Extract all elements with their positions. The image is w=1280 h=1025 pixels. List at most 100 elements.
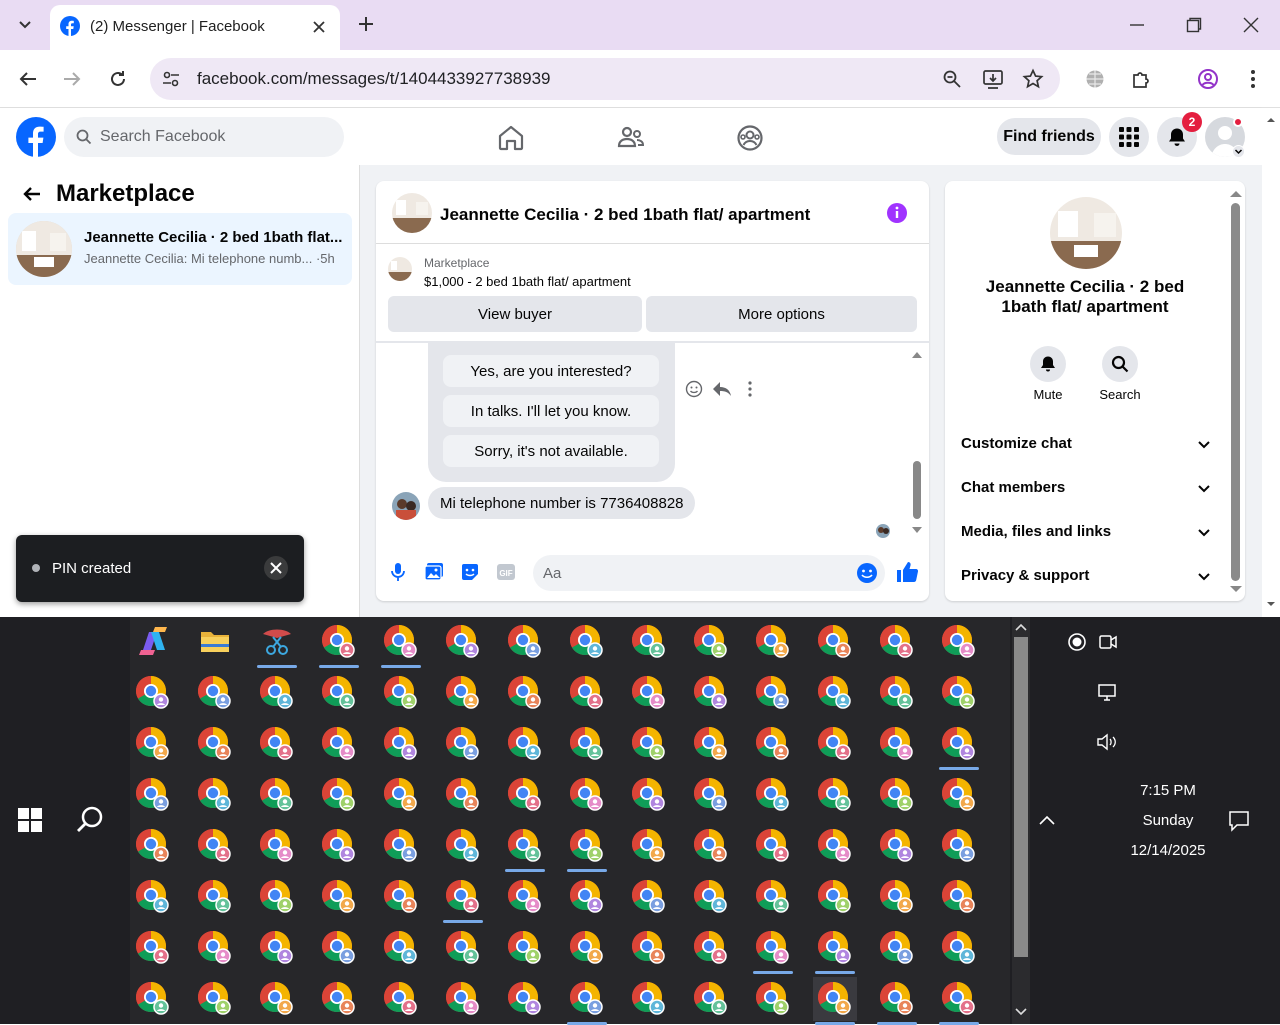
chrome-profile-app-icon[interactable] bbox=[689, 620, 733, 664]
chrome-profile-app-icon[interactable] bbox=[627, 773, 671, 817]
thumbs-up-icon[interactable] bbox=[895, 560, 919, 584]
chrome-profile-app-icon[interactable] bbox=[317, 773, 361, 817]
chrome-profile-app-icon[interactable] bbox=[131, 824, 175, 868]
install-app-icon[interactable] bbox=[982, 68, 1004, 90]
chrome-profile-app-icon[interactable] bbox=[255, 926, 299, 970]
taskbar-search-icon[interactable] bbox=[75, 805, 105, 835]
chrome-profile-app-icon[interactable] bbox=[565, 773, 609, 817]
file-explorer-icon[interactable] bbox=[193, 620, 237, 664]
reply-arrow-icon[interactable] bbox=[712, 380, 732, 398]
chrome-profile-app-icon[interactable] bbox=[441, 875, 485, 923]
extension-globe-icon[interactable] bbox=[1085, 69, 1105, 89]
chrome-profile-app-icon[interactable] bbox=[751, 671, 795, 715]
record-icon[interactable] bbox=[1067, 632, 1087, 652]
message-input[interactable] bbox=[543, 555, 843, 591]
notification-center-icon[interactable] bbox=[1228, 810, 1250, 832]
chrome-profile-app-icon[interactable] bbox=[813, 977, 857, 1025]
new-tab-plus-icon[interactable] bbox=[356, 14, 376, 34]
chrome-profile-app-icon[interactable] bbox=[565, 671, 609, 715]
volume-icon[interactable] bbox=[1096, 732, 1118, 752]
chrome-profile-app-icon[interactable] bbox=[813, 875, 857, 919]
home-icon[interactable] bbox=[497, 124, 525, 152]
chrome-profile-app-icon[interactable] bbox=[813, 773, 857, 817]
quick-reply-not-available[interactable]: Sorry, it's not available. bbox=[443, 435, 659, 467]
facebook-search-input[interactable] bbox=[100, 117, 330, 157]
chrome-profile-app-icon[interactable] bbox=[689, 875, 733, 919]
chrome-profile-app-icon[interactable] bbox=[565, 824, 609, 872]
profile-icon[interactable] bbox=[1197, 68, 1219, 90]
back-arrow-icon[interactable] bbox=[17, 68, 39, 90]
browser-tab-messenger[interactable]: (2) Messenger | Facebook bbox=[50, 5, 340, 50]
quick-reply-in-talks[interactable]: In talks. I'll let you know. bbox=[443, 395, 659, 427]
chrome-profile-app-icon[interactable] bbox=[689, 926, 733, 970]
chrome-profile-app-icon[interactable] bbox=[441, 773, 485, 817]
chrome-profile-app-icon[interactable] bbox=[875, 977, 919, 1025]
chrome-profile-app-icon[interactable] bbox=[379, 926, 423, 970]
clock-day[interactable]: Sunday bbox=[1108, 812, 1228, 829]
chrome-profile-app-icon[interactable] bbox=[751, 722, 795, 766]
chrome-profile-app-icon[interactable] bbox=[193, 824, 237, 868]
chrome-profile-app-icon[interactable] bbox=[565, 620, 609, 664]
privacy-support-section[interactable]: Privacy & support bbox=[961, 567, 1211, 584]
chrome-profile-app-icon[interactable] bbox=[193, 875, 237, 919]
emoji-icon[interactable] bbox=[856, 562, 878, 584]
window-close-icon[interactable] bbox=[1242, 16, 1260, 34]
clock-time[interactable]: 7:15 PM bbox=[1108, 782, 1228, 799]
chrome-profile-app-icon[interactable] bbox=[503, 620, 547, 664]
chrome-profile-app-icon[interactable] bbox=[193, 671, 237, 715]
chrome-profile-app-icon[interactable] bbox=[565, 926, 609, 970]
chrome-profile-app-icon[interactable] bbox=[627, 671, 671, 715]
chrome-profile-app-icon[interactable] bbox=[441, 824, 485, 868]
chrome-profile-app-icon[interactable] bbox=[379, 671, 423, 715]
chrome-profile-app-icon[interactable] bbox=[379, 773, 423, 817]
url-text[interactable]: facebook.com/messages/t/1404433927738939 bbox=[197, 69, 550, 89]
chrome-profile-app-icon[interactable] bbox=[751, 875, 795, 919]
site-settings-icon[interactable] bbox=[161, 69, 181, 89]
chrome-profile-app-icon[interactable] bbox=[131, 773, 175, 817]
chrome-profile-app-icon[interactable] bbox=[689, 977, 733, 1021]
chrome-profile-app-icon[interactable] bbox=[937, 926, 981, 970]
chat-avatar[interactable] bbox=[392, 193, 432, 233]
chrome-profile-app-icon[interactable] bbox=[317, 824, 361, 868]
chrome-profile-app-icon[interactable] bbox=[689, 773, 733, 817]
chrome-profile-app-icon[interactable] bbox=[627, 824, 671, 868]
chat-members-section[interactable]: Chat members bbox=[961, 479, 1211, 496]
chrome-profile-app-icon[interactable] bbox=[255, 722, 299, 766]
chrome-profile-app-icon[interactable] bbox=[503, 977, 547, 1021]
groups-icon[interactable] bbox=[736, 124, 764, 152]
chrome-profile-app-icon[interactable] bbox=[317, 875, 361, 919]
view-buyer-button[interactable]: View buyer bbox=[388, 296, 642, 332]
extensions-puzzle-icon[interactable] bbox=[1130, 68, 1152, 90]
forward-arrow-icon[interactable] bbox=[61, 68, 83, 90]
chrome-profile-app-icon[interactable] bbox=[503, 824, 547, 872]
search-conversation-button[interactable] bbox=[1102, 346, 1138, 382]
chrome-profile-app-icon[interactable] bbox=[875, 824, 919, 868]
attach-photo-icon[interactable] bbox=[424, 562, 444, 582]
chrome-profile-app-icon[interactable] bbox=[813, 620, 857, 664]
camera-icon[interactable] bbox=[1098, 632, 1118, 652]
chrome-profile-app-icon[interactable] bbox=[875, 722, 919, 766]
chrome-profile-app-icon[interactable] bbox=[813, 671, 857, 715]
chrome-profile-app-icon[interactable] bbox=[441, 620, 485, 664]
chat-title[interactable]: Jeannette Cecilia · 2 bed 1bath flat/ ap… bbox=[440, 205, 810, 225]
page-scrollbar[interactable] bbox=[1262, 108, 1280, 617]
chrome-profile-app-icon[interactable] bbox=[503, 773, 547, 817]
info-scrollbar[interactable] bbox=[1227, 186, 1245, 598]
chrome-profile-app-icon[interactable] bbox=[131, 722, 175, 766]
more-options-button[interactable]: More options bbox=[646, 296, 917, 332]
chrome-profile-app-icon[interactable] bbox=[131, 926, 175, 970]
network-icon[interactable] bbox=[1097, 682, 1117, 702]
chrome-profile-app-icon[interactable] bbox=[503, 671, 547, 715]
customize-chat-section[interactable]: Customize chat bbox=[961, 435, 1211, 452]
chrome-profile-app-icon[interactable] bbox=[937, 977, 981, 1025]
facebook-search[interactable] bbox=[64, 117, 344, 157]
chrome-profile-app-icon[interactable] bbox=[751, 824, 795, 868]
chrome-profile-app-icon[interactable] bbox=[255, 824, 299, 868]
conversation-list-item[interactable]: Jeannette Cecilia · 2 bed 1bath flat... … bbox=[8, 213, 352, 285]
chrome-profile-app-icon[interactable] bbox=[751, 620, 795, 664]
chrome-profile-app-icon[interactable] bbox=[627, 620, 671, 664]
clock-date[interactable]: 12/14/2025 bbox=[1108, 842, 1228, 859]
chrome-profile-app-icon[interactable] bbox=[751, 773, 795, 817]
chrome-profile-app-icon[interactable] bbox=[379, 824, 423, 868]
chrome-profile-app-icon[interactable] bbox=[937, 824, 981, 868]
